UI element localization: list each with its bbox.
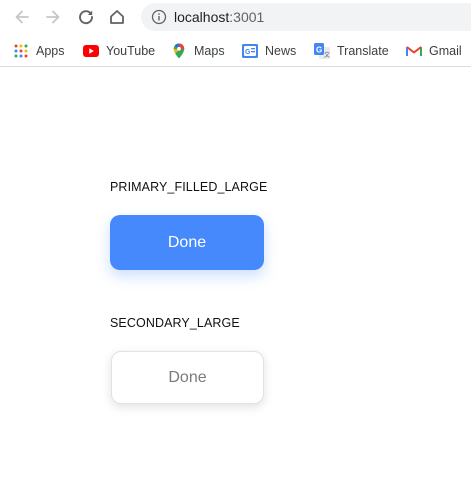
- bookmark-label: YouTube: [106, 44, 156, 58]
- home-button[interactable]: [106, 6, 128, 28]
- news-icon: G: [242, 43, 258, 59]
- bookmark-gmail[interactable]: Gmail: [406, 42, 462, 60]
- reload-button[interactable]: [75, 6, 97, 28]
- url-host: localhost: [174, 9, 230, 25]
- address-bar[interactable]: localhost:3001: [141, 3, 471, 31]
- done-button-secondary[interactable]: Done: [111, 351, 264, 404]
- variant-label-secondary: SECONDARY_LARGE: [110, 316, 240, 330]
- arrow-right-icon: [46, 10, 60, 24]
- home-icon: [110, 10, 124, 24]
- url-text[interactable]: localhost:3001: [174, 9, 264, 25]
- bookmark-label: News: [265, 44, 297, 58]
- bookmarks-bar: Apps YouTube Maps G News G 文 Translate G…: [0, 36, 471, 67]
- svg-text:G: G: [245, 49, 251, 56]
- bookmark-label: Maps: [194, 44, 225, 58]
- maps-pin-icon: [171, 43, 187, 59]
- done-button-primary[interactable]: Done: [110, 215, 264, 270]
- bookmark-maps[interactable]: Maps: [171, 42, 225, 60]
- reload-icon: [79, 10, 93, 25]
- bookmark-label: Apps: [36, 44, 65, 58]
- svg-text:G: G: [316, 46, 322, 55]
- arrow-left-icon: [15, 10, 29, 24]
- back-button[interactable]: [11, 6, 33, 28]
- bookmark-translate[interactable]: G 文 Translate: [314, 42, 389, 60]
- bookmark-label: Translate: [337, 44, 389, 58]
- gmail-icon: [406, 43, 422, 59]
- variant-label-primary: PRIMARY_FILLED_LARGE: [110, 180, 268, 194]
- info-icon[interactable]: [151, 9, 167, 25]
- page-content: PRIMARY_FILLED_LARGE Done SECONDARY_LARG…: [0, 68, 471, 486]
- browser-toolbar: localhost:3001: [0, 0, 471, 36]
- url-port: :3001: [229, 9, 265, 25]
- bookmark-apps[interactable]: Apps: [13, 42, 65, 60]
- svg-text:文: 文: [324, 51, 330, 59]
- translate-icon: G 文: [314, 43, 330, 59]
- bookmark-youtube[interactable]: YouTube: [83, 42, 155, 60]
- youtube-icon: [83, 43, 99, 59]
- bookmark-label: Gmail: [429, 44, 462, 58]
- bookmark-news[interactable]: G News: [242, 42, 296, 60]
- forward-button[interactable]: [42, 6, 64, 28]
- apps-grid-icon: [13, 43, 29, 59]
